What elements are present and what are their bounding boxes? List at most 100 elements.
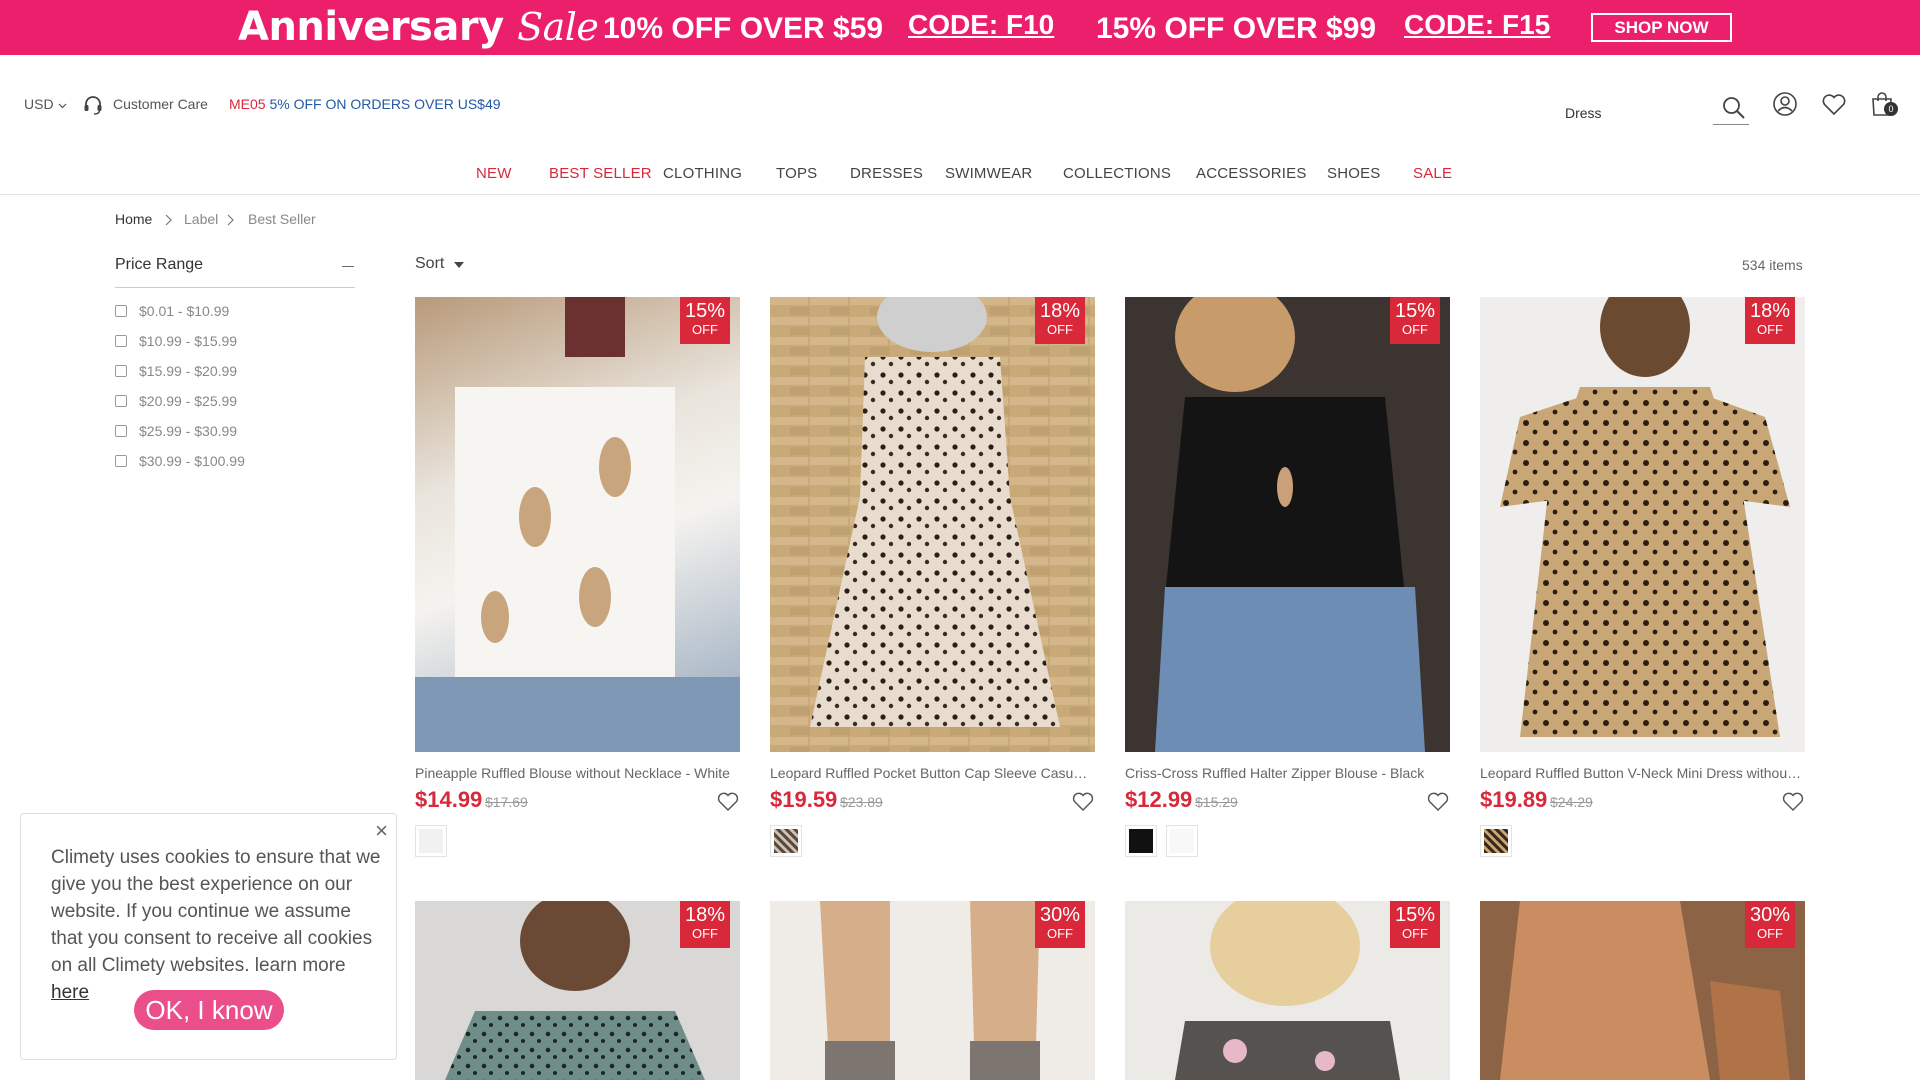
account-icon[interactable]	[1771, 90, 1799, 118]
heart-icon[interactable]	[716, 790, 740, 812]
cookie-accept-button[interactable]: OK, I know	[134, 990, 284, 1030]
product-name[interactable]: Leopard Ruffled Button V-Neck Mini Dress…	[1480, 765, 1805, 781]
shop-now-button[interactable]: SHOP NOW	[1591, 13, 1732, 42]
heart-icon[interactable]	[1426, 790, 1450, 812]
nav-new[interactable]: NEW	[476, 165, 512, 182]
currency-selector[interactable]: USD	[24, 96, 67, 112]
product-name[interactable]: Criss-Cross Ruffled Halter Zipper Blouse…	[1125, 765, 1450, 781]
price-range-option[interactable]: $10.99 - $15.99	[115, 333, 237, 349]
caret-down-icon[interactable]	[454, 262, 464, 268]
checkbox[interactable]	[115, 365, 127, 377]
product-image[interactable]: 30% OFF	[770, 901, 1095, 1080]
original-price: $15.29	[1195, 794, 1238, 810]
product-card[interactable]: 15% OFF Pineapple Ruffled Blouse without …	[415, 297, 740, 867]
discount-badge: 15% OFF	[1390, 901, 1440, 948]
nav-swimwear[interactable]: SWIMWEAR	[945, 165, 1032, 182]
customer-care-link[interactable]: Customer Care	[113, 96, 208, 112]
promo-message: 5% OFF ON ORDERS OVER US$49	[269, 96, 501, 112]
discount-percent: 15%	[1394, 904, 1436, 926]
checkbox[interactable]	[115, 305, 127, 317]
nav-collections[interactable]: COLLECTIONS	[1063, 165, 1171, 182]
search-box	[1563, 93, 1749, 127]
halter-blouse-photo	[1125, 297, 1450, 752]
nav-clothing[interactable]: CLOTHING	[663, 165, 742, 182]
discount-percent: 18%	[1749, 300, 1791, 322]
discount-badge: 18% OFF	[1035, 297, 1085, 344]
banner-code-2: CODE: F15	[1404, 9, 1551, 40]
heart-icon[interactable]	[1071, 790, 1095, 812]
nav-tops[interactable]: TOPS	[776, 165, 817, 182]
product-card[interactable]: 18% OFF Leopard Ruffled Pocket Button Cap…	[770, 297, 1095, 867]
breadcrumb-label[interactable]: Label	[184, 211, 218, 227]
filter-title[interactable]: Price Range	[115, 256, 203, 274]
banner-code-1: CODE: F10	[908, 9, 1055, 40]
color-swatch-leopard[interactable]	[770, 825, 802, 857]
price-range-label: $10.99 - $15.99	[139, 333, 238, 349]
sort-dropdown[interactable]: Sort	[415, 255, 444, 273]
price-range-option[interactable]: $30.99 - $100.99	[115, 453, 245, 469]
breadcrumb-home[interactable]: Home	[115, 211, 152, 227]
product-card[interactable]: 18% OFF Leopard Ruffled Button V-Neck Min…	[1480, 297, 1805, 867]
cookie-learn-more-link[interactable]: here	[51, 982, 89, 1003]
price-range-option[interactable]: $20.99 - $25.99	[115, 393, 237, 409]
nav-sale[interactable]: SALE	[1413, 165, 1452, 182]
nav-shoes[interactable]: SHOES	[1327, 165, 1381, 182]
price-range-option[interactable]: $0.01 - $10.99	[115, 303, 229, 319]
discount-badge: 15% OFF	[680, 297, 730, 344]
product-name[interactable]: Pineapple Ruffled Blouse without Necklac…	[415, 765, 740, 781]
wishlist-heart-icon[interactable]	[1820, 90, 1848, 118]
product-card[interactable]: 30% OFF	[770, 901, 1095, 1080]
color-swatch-white[interactable]	[415, 825, 447, 857]
product-card[interactable]: 15% OFF Criss-Cross Ruffled Halter Zipper…	[1125, 297, 1450, 867]
cart-count-badge: 0	[1884, 102, 1898, 116]
nav-accessories[interactable]: ACCESSORIES	[1196, 165, 1307, 182]
pineapple-blouse-photo	[415, 297, 740, 752]
checkbox[interactable]	[115, 335, 127, 347]
product-image[interactable]: 30% OFF	[1480, 901, 1805, 1080]
color-swatch-leopard[interactable]	[1480, 825, 1512, 857]
product-card[interactable]: 15% OFF	[1125, 901, 1450, 1080]
discount-off-label: OFF	[692, 926, 718, 941]
collapse-minus-icon[interactable]	[342, 266, 354, 267]
nav-dresses[interactable]: DRESSES	[850, 165, 923, 182]
price-range-option[interactable]: $25.99 - $30.99	[115, 423, 237, 439]
nav-best-seller[interactable]: BEST SELLER	[549, 165, 652, 182]
promo-banner[interactable]: Anniversary Sale 10% OFF OVER $59 CODE: …	[0, 0, 1920, 55]
product-image[interactable]: 18% OFF	[770, 297, 1095, 752]
product-image[interactable]: 15% OFF	[1125, 901, 1450, 1080]
price-range-label: $0.01 - $10.99	[139, 303, 230, 319]
discount-badge: 18% OFF	[680, 901, 730, 948]
checkbox[interactable]	[115, 455, 127, 467]
search-input[interactable]	[1563, 99, 1713, 127]
banner-deal-1: 10% OFF OVER $59	[603, 12, 884, 45]
product-card[interactable]: 18% OFF	[415, 901, 740, 1080]
leopard-mini-dress-photo	[1480, 297, 1805, 752]
product-name[interactable]: Leopard Ruffled Pocket Button Cap Sleeve…	[770, 765, 1095, 781]
cookie-consent-dialog: × Climety uses cookies to ensure that we…	[20, 813, 397, 1060]
chevron-down-icon	[59, 103, 67, 109]
product-price: $14.99	[415, 787, 483, 812]
close-icon[interactable]: ×	[375, 818, 388, 844]
product-card[interactable]: 30% OFF	[1480, 901, 1805, 1080]
price-range-option[interactable]: $15.99 - $20.99	[115, 363, 237, 379]
heart-icon[interactable]	[1781, 790, 1805, 812]
headset-icon[interactable]	[82, 94, 104, 116]
color-swatch-white[interactable]	[1166, 825, 1198, 857]
checkbox[interactable]	[115, 425, 127, 437]
product-image[interactable]: 18% OFF	[415, 901, 740, 1080]
product-image[interactable]: 15% OFF	[1125, 297, 1450, 752]
discount-percent: 18%	[1039, 300, 1081, 322]
discount-badge: 30% OFF	[1035, 901, 1085, 948]
discount-off-label: OFF	[1757, 322, 1783, 337]
discount-percent: 18%	[684, 904, 726, 926]
color-swatch-black[interactable]	[1125, 825, 1157, 857]
discount-off-label: OFF	[1757, 926, 1783, 941]
discount-percent: 30%	[1749, 904, 1791, 926]
banner-brand-script: Sale	[517, 5, 599, 49]
checkbox[interactable]	[115, 395, 127, 407]
promo-text[interactable]: ME05 5% OFF ON ORDERS OVER US$49	[229, 96, 501, 112]
product-image[interactable]: 15% OFF	[415, 297, 740, 752]
search-icon[interactable]	[1721, 95, 1747, 121]
item-count: 534 items	[1742, 257, 1803, 273]
product-image[interactable]: 18% OFF	[1480, 297, 1805, 752]
